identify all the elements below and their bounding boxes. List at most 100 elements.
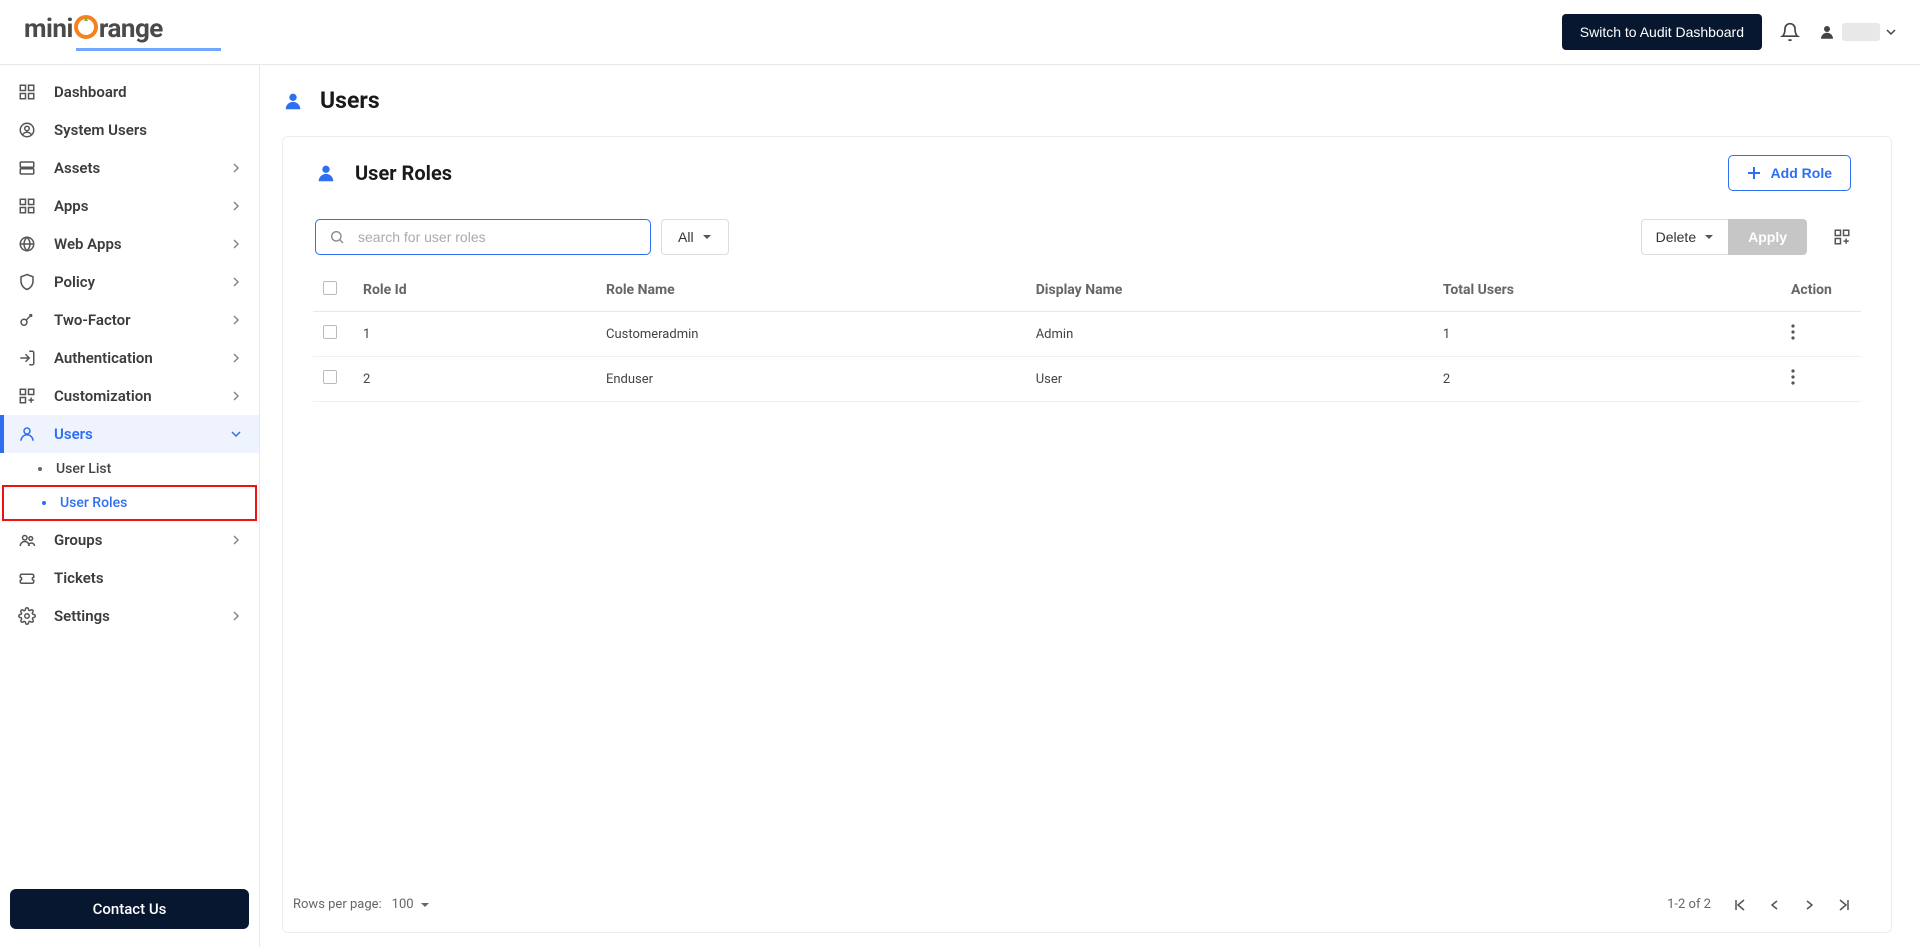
rows-value: 100 bbox=[392, 897, 414, 912]
user-roles-section: User Roles Add Role All bbox=[282, 136, 1892, 933]
page-header: Users bbox=[282, 87, 1892, 114]
topbar: mini range Switch to Audit Dashboard bbox=[0, 0, 1920, 65]
grid-view-icon[interactable] bbox=[1833, 228, 1851, 246]
chevron-down-icon bbox=[1886, 27, 1896, 37]
server-icon bbox=[18, 159, 36, 177]
last-page-icon[interactable] bbox=[1837, 898, 1851, 912]
chevron-right-icon bbox=[231, 353, 241, 363]
sidebar-item-system-users[interactable]: System Users bbox=[0, 111, 259, 149]
sidebar-sub-label: User List bbox=[56, 461, 111, 477]
col-role-id: Role Id bbox=[353, 269, 596, 312]
bullet-icon bbox=[42, 501, 46, 505]
table-row: 2 Enduser User 2 bbox=[313, 357, 1861, 402]
grid-plus-icon bbox=[18, 387, 36, 405]
sidebar-item-dashboard[interactable]: Dashboard bbox=[0, 73, 259, 111]
filter-label: All bbox=[678, 229, 694, 245]
brand-suffix: range bbox=[99, 14, 163, 44]
user-menu[interactable] bbox=[1818, 23, 1896, 41]
notifications-icon[interactable] bbox=[1780, 22, 1800, 42]
sidebar-item-two-factor[interactable]: Two-Factor bbox=[0, 301, 259, 339]
sidebar-item-label: Settings bbox=[54, 607, 110, 625]
cell-role-id: 2 bbox=[353, 357, 596, 402]
more-actions-icon[interactable] bbox=[1791, 324, 1795, 340]
sidebar-item-label: Two-Factor bbox=[54, 311, 131, 329]
delete-label: Delete bbox=[1656, 229, 1696, 245]
toolbar: All Delete Apply bbox=[283, 207, 1891, 269]
add-role-button[interactable]: Add Role bbox=[1728, 155, 1851, 191]
sidebar-item-label: Apps bbox=[54, 197, 88, 215]
switch-dashboard-button[interactable]: Switch to Audit Dashboard bbox=[1562, 14, 1762, 50]
rows-per-page-select[interactable]: 100 bbox=[392, 897, 430, 912]
ticket-icon bbox=[18, 569, 36, 587]
sidebar-item-label: System Users bbox=[54, 121, 147, 139]
caret-down-icon bbox=[702, 232, 712, 242]
contact-us-button[interactable]: Contact Us bbox=[10, 889, 249, 929]
sidebar-sub-user-list[interactable]: User List bbox=[0, 453, 259, 485]
prev-page-icon[interactable] bbox=[1769, 899, 1781, 911]
row-checkbox[interactable] bbox=[323, 370, 337, 384]
page-title: Users bbox=[320, 87, 380, 114]
cell-total-users: 2 bbox=[1433, 357, 1781, 402]
sidebar-item-label: Assets bbox=[54, 159, 100, 177]
sidebar-item-tickets[interactable]: Tickets bbox=[0, 559, 259, 597]
search-input[interactable] bbox=[315, 219, 651, 255]
sidebar-item-customization[interactable]: Customization bbox=[0, 377, 259, 415]
sidebar-item-users[interactable]: Users bbox=[0, 415, 259, 453]
sidebar-item-label: Authentication bbox=[54, 349, 153, 367]
brand-prefix: mini bbox=[24, 14, 73, 44]
sidebar-item-label: Policy bbox=[54, 273, 95, 291]
sidebar-sub-user-roles[interactable]: User Roles bbox=[4, 487, 255, 519]
chevron-right-icon bbox=[231, 391, 241, 401]
sidebar-item-label: Dashboard bbox=[54, 83, 127, 101]
cell-total-users: 1 bbox=[1433, 312, 1781, 357]
sidebar: Dashboard System Users Assets Apps Web A… bbox=[0, 65, 260, 947]
sidebar-item-label: Web Apps bbox=[54, 235, 122, 253]
sidebar-sub-label: User Roles bbox=[60, 495, 127, 511]
chevron-right-icon bbox=[231, 315, 241, 325]
brand-orange-letter bbox=[73, 14, 99, 44]
sidebar-item-apps[interactable]: Apps bbox=[0, 187, 259, 225]
user-icon bbox=[315, 162, 337, 184]
roles-table: Role Id Role Name Display Name Total Use… bbox=[313, 269, 1861, 402]
chevron-right-icon bbox=[231, 611, 241, 621]
sidebar-item-policy[interactable]: Policy bbox=[0, 263, 259, 301]
delete-button[interactable]: Delete bbox=[1641, 219, 1728, 255]
sidebar-item-settings[interactable]: Settings bbox=[0, 597, 259, 635]
first-page-icon[interactable] bbox=[1733, 898, 1747, 912]
sidebar-item-authentication[interactable]: Authentication bbox=[0, 339, 259, 377]
apps-icon bbox=[18, 197, 36, 215]
sidebar-item-groups[interactable]: Groups bbox=[0, 521, 259, 559]
login-icon bbox=[18, 349, 36, 367]
chevron-right-icon bbox=[231, 163, 241, 173]
chevron-right-icon bbox=[231, 239, 241, 249]
next-page-icon[interactable] bbox=[1803, 899, 1815, 911]
highlighted-box: User Roles bbox=[2, 485, 257, 521]
select-all-checkbox[interactable] bbox=[323, 281, 337, 295]
shield-icon bbox=[18, 273, 36, 291]
gear-icon bbox=[18, 607, 36, 625]
groups-icon bbox=[18, 531, 36, 549]
table-row: 1 Customeradmin Admin 1 bbox=[313, 312, 1861, 357]
search-wrapper bbox=[315, 219, 651, 255]
plus-icon bbox=[1747, 166, 1761, 180]
chevron-right-icon bbox=[231, 535, 241, 545]
sidebar-item-label: Groups bbox=[54, 531, 102, 549]
bullet-icon bbox=[38, 467, 42, 471]
row-checkbox[interactable] bbox=[323, 325, 337, 339]
sidebar-item-label: Users bbox=[54, 425, 93, 443]
globe-icon bbox=[18, 235, 36, 253]
apply-button[interactable]: Apply bbox=[1728, 219, 1807, 255]
cell-display-name: User bbox=[1026, 357, 1433, 402]
section-title: User Roles bbox=[355, 161, 452, 185]
sidebar-item-web-apps[interactable]: Web Apps bbox=[0, 225, 259, 263]
sidebar-item-assets[interactable]: Assets bbox=[0, 149, 259, 187]
cell-display-name: Admin bbox=[1026, 312, 1433, 357]
main-content: Users User Roles Add Role bbox=[260, 65, 1920, 947]
chevron-right-icon bbox=[231, 201, 241, 211]
key-icon bbox=[18, 311, 36, 329]
more-actions-icon[interactable] bbox=[1791, 369, 1795, 385]
pagination-range: 1-2 of 2 bbox=[1667, 897, 1711, 912]
filter-all-button[interactable]: All bbox=[661, 219, 729, 255]
user-circle-icon bbox=[18, 121, 36, 139]
col-action: Action bbox=[1781, 269, 1861, 312]
